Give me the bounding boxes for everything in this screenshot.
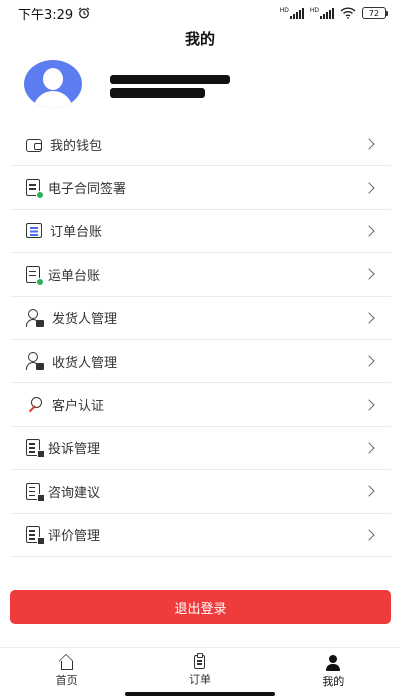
tab-home[interactable]: 首页 [0, 648, 133, 700]
menu-item-label: 客户认证 [52, 399, 105, 415]
logout-button[interactable]: 退出登录 [10, 590, 391, 624]
wallet-icon [26, 138, 42, 152]
home-indicator[interactable] [125, 692, 275, 696]
menu-item-consignee[interactable]: 收货人管理 [10, 340, 391, 384]
avatar-body-icon [33, 91, 73, 108]
waybill-ledger-icon [26, 265, 44, 286]
menu-item-label: 咨询建议 [48, 485, 101, 501]
home-icon [60, 661, 73, 670]
complaint-icon [26, 439, 45, 459]
status-right: HD HD 72 [280, 7, 388, 19]
chevron-right-icon [363, 268, 375, 281]
signal-icon-2: HD [310, 7, 334, 19]
review-icon [26, 526, 45, 546]
menu-item-label: 收货人管理 [52, 355, 118, 371]
chevron-right-icon [363, 529, 375, 541]
chevron-right-icon [363, 442, 375, 454]
chevron-right-icon [363, 225, 375, 237]
chevron-right-icon [363, 355, 375, 367]
alarm-icon [78, 7, 90, 19]
avatar[interactable] [24, 60, 82, 108]
profile-icon [325, 655, 341, 671]
menu-item-label: 运单台账 [48, 268, 101, 284]
order-ledger-icon [26, 223, 42, 239]
menu-item-consult[interactable]: 咨询建议 [10, 470, 391, 514]
menu-item-waybill-ledger[interactable]: 运单台账 [10, 253, 391, 297]
menu-item-label: 投诉管理 [48, 442, 101, 458]
tab-label: 订单 [188, 673, 211, 686]
status-bar: 下午3:29 HD HD 72 [0, 0, 400, 26]
signal-icon: HD [280, 7, 304, 19]
status-time: 下午3:29 [18, 7, 74, 23]
certification-icon [26, 396, 44, 414]
consignee-icon [26, 352, 44, 371]
shipper-icon [26, 308, 44, 327]
chevron-right-icon [363, 138, 375, 150]
profile-header[interactable] [24, 60, 230, 108]
wifi-icon [340, 7, 356, 19]
chevron-right-icon [363, 181, 375, 194]
menu-item-label: 电子合同签署 [48, 182, 127, 198]
menu-item-wallet[interactable]: 我的钱包 [10, 123, 391, 167]
tab-label: 我的 [322, 675, 345, 688]
avatar-head-icon [43, 68, 63, 90]
tab-profile[interactable]: 我的 [267, 648, 400, 700]
consult-icon [26, 482, 45, 502]
chevron-right-icon [363, 398, 375, 411]
status-left: 下午3:29 [18, 4, 90, 23]
menu-item-certification[interactable]: 客户认证 [10, 383, 391, 427]
menu-item-review[interactable]: 评价管理 [10, 514, 391, 557]
contract-icon [26, 179, 44, 200]
user-name-redacted [110, 65, 230, 103]
menu-item-label: 我的钱包 [50, 138, 103, 154]
menu-item-contract[interactable]: 电子合同签署 [10, 166, 391, 210]
menu-item-label: 评价管理 [48, 529, 101, 545]
menu-item-label: 订单台账 [50, 225, 103, 241]
menu-item-label: 发货人管理 [52, 312, 118, 328]
chevron-right-icon [363, 312, 375, 324]
menu-item-complaint[interactable]: 投诉管理 [10, 427, 391, 471]
order-icon [194, 653, 206, 669]
battery-icon: 72 [362, 7, 388, 19]
menu-list: 我的钱包 电子合同签署 订单台账 运单台账 发货人管理 收货人管理 客户认证 投… [10, 123, 391, 557]
page-title: 我的 [184, 30, 215, 48]
menu-item-shipper[interactable]: 发货人管理 [10, 297, 391, 340]
menu-item-order-ledger[interactable]: 订单台账 [10, 210, 391, 254]
tab-label: 首页 [55, 674, 78, 687]
chevron-right-icon [363, 485, 375, 497]
